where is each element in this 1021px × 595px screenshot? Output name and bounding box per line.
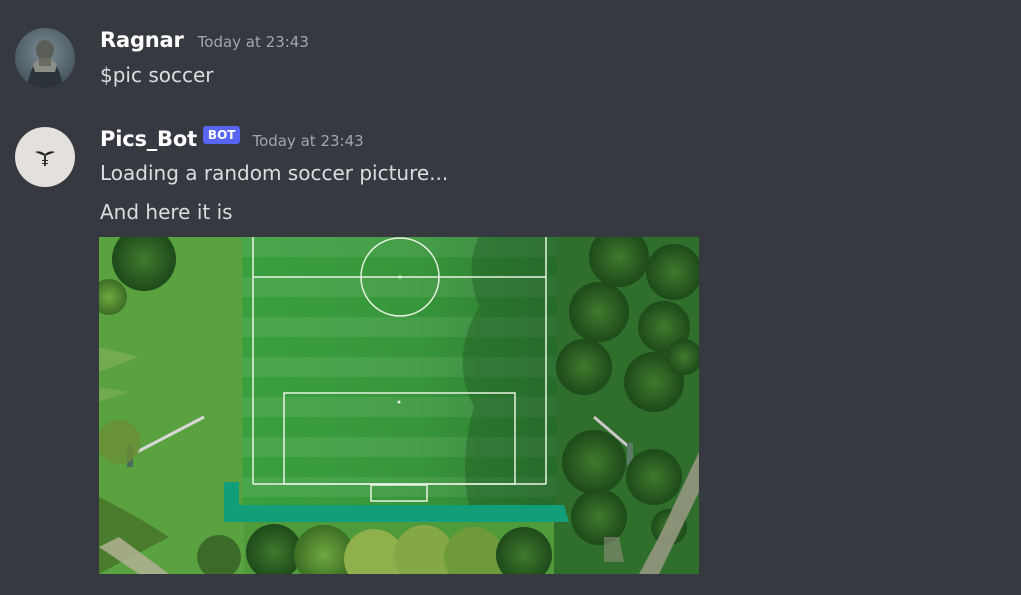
avatar-ragnar-image <box>15 28 75 88</box>
image-attachment[interactable] <box>99 237 699 574</box>
soccer-field-image <box>99 237 699 574</box>
message-content: Loading a random soccer picture... <box>100 161 449 185</box>
timestamp[interactable]: Today at 23:43 <box>252 132 363 150</box>
timestamp[interactable]: Today at 23:43 <box>198 33 309 51</box>
message-content: $pic soccer <box>100 63 214 87</box>
message-header: Pics_Bot BOT Today at 23:43 <box>100 126 364 151</box>
bot-tag-badge: BOT <box>202 126 241 144</box>
chat-channel: Ragnar Today at 23:43 $pic soccer Pics_B… <box>0 0 1021 595</box>
avatar-ragnar[interactable] <box>15 28 75 88</box>
message-content: And here it is <box>100 200 233 224</box>
avatar-pics-bot[interactable] <box>15 127 75 187</box>
avatar-pics-bot-image <box>15 127 75 187</box>
username-ragnar[interactable]: Ragnar <box>100 28 184 52</box>
username-pics-bot[interactable]: Pics_Bot <box>100 127 197 151</box>
message-header: Ragnar Today at 23:43 <box>100 28 309 52</box>
